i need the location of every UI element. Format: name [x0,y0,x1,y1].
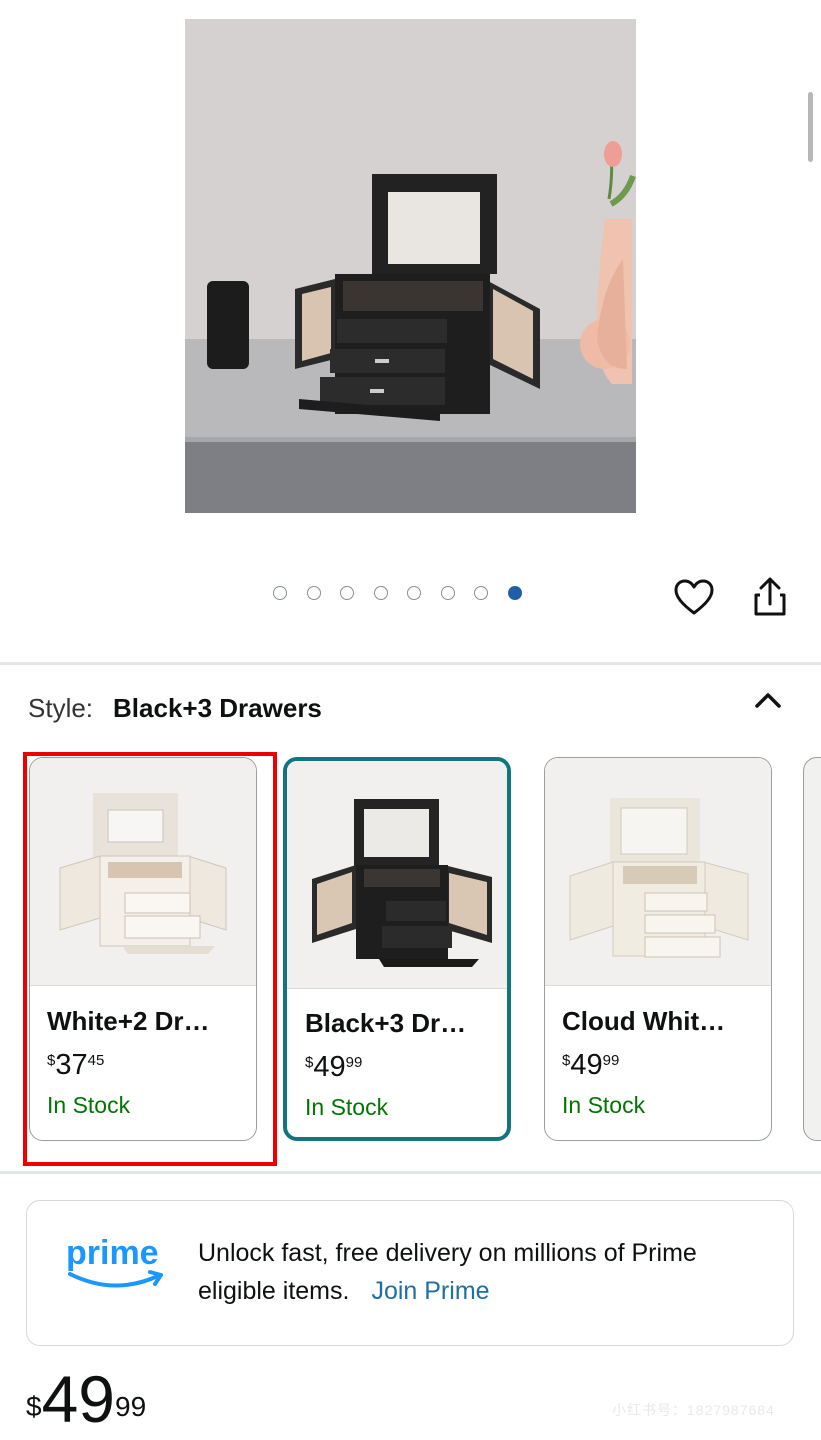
jewelry-box-photo [185,19,636,513]
option-stock-status: In Stock [562,1092,646,1118]
carousel-dot[interactable] [373,586,388,600]
join-prime-link[interactable]: Join Prime [371,1277,489,1305]
section-divider [0,662,821,665]
prime-logo-icon: prime [66,1234,163,1288]
style-collapse-toggle[interactable] [750,685,786,715]
price-cents: 99 [115,1391,147,1422]
style-option-card-partial[interactable] [803,757,821,1141]
price-whole: 49 [41,1362,115,1436]
watermark-text: 小红书号：1827987684 [612,1402,775,1418]
carousel-dot[interactable] [407,586,421,600]
carousel-dot-active[interactable] [507,586,522,600]
price-whole: 49 [570,1049,603,1081]
heart-outline-icon [674,579,714,615]
carousel-dot[interactable] [340,586,354,600]
chevron-up-icon [755,693,781,708]
prime-logo: prime [66,1232,166,1296]
black-jewelry-box-image [287,761,507,988]
prime-logo-text: prime [66,1234,159,1272]
cloud-white-jewelry-box-image [545,758,771,985]
style-selector-header[interactable]: Style: Black+3 Drawers [28,690,322,726]
product-price: $4999 [26,1364,146,1434]
price-whole: 49 [313,1051,346,1083]
page-scrollbar[interactable] [808,92,813,162]
carousel-dot[interactable] [273,586,287,600]
carousel-dot[interactable] [440,586,455,600]
share-button[interactable] [748,574,792,620]
style-selected-value: Black+3 Drawers [113,692,322,723]
carousel-dot[interactable] [306,586,321,600]
price-currency: $ [562,1052,571,1069]
option-thumbnail [287,761,507,989]
favorite-button[interactable] [672,576,716,620]
price-cents: 99 [602,1052,620,1069]
option-name: Black+3 Dr… [305,1008,467,1038]
option-name: Cloud Whit… [562,1006,726,1036]
style-option-card[interactable]: Cloud Whit… $4999 In Stock [544,757,772,1141]
option-price: $4999 [562,1048,619,1082]
product-image[interactable] [185,19,636,513]
option-thumbnail [545,758,771,986]
share-icon [754,577,786,616]
prime-promo-text: Unlock fast, free delivery on millions o… [198,1234,758,1310]
option-price: $4999 [305,1050,362,1084]
carousel-dot[interactable] [474,586,488,600]
section-divider [0,1171,821,1174]
highlight-annotation-box [23,752,277,1166]
style-label: Style: [28,692,94,723]
image-carousel-dots[interactable] [273,586,522,600]
price-currency: $ [26,1391,42,1422]
option-stock-status: In Stock [305,1094,389,1120]
price-currency: $ [305,1054,314,1071]
style-option-card-selected[interactable]: Black+3 Dr… $4999 In Stock [283,757,511,1141]
price-cents: 99 [345,1054,363,1071]
